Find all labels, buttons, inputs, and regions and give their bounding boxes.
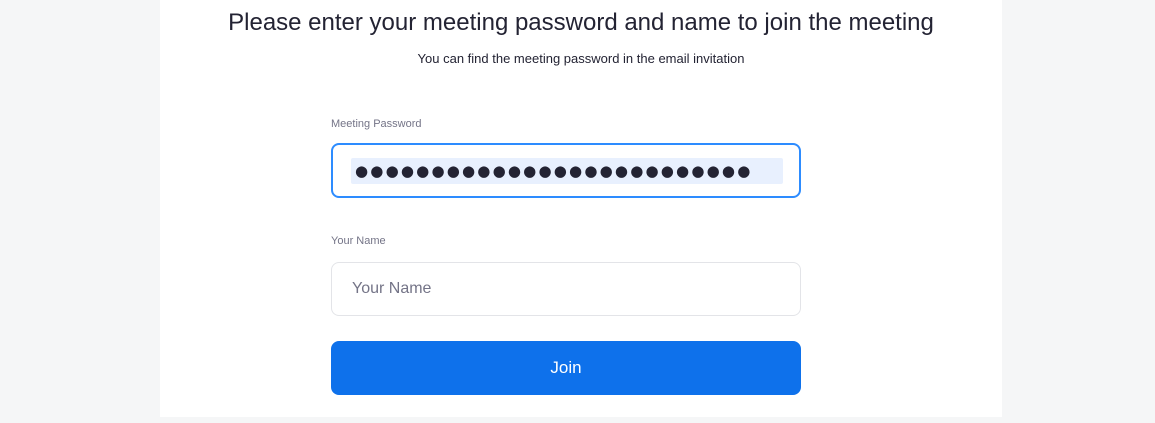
join-meeting-panel: Please enter your meeting password and n… (160, 0, 1002, 417)
password-masked-value: ●●●●●●●●●●●●●●●●●●●●●●●●●● (355, 162, 753, 180)
your-name-input[interactable] (332, 263, 800, 315)
page-subtitle: You can find the meeting password in the… (417, 51, 745, 66)
your-name-field-container (331, 262, 801, 316)
meeting-password-field[interactable]: ●●●●●●●●●●●●●●●●●●●●●●●●●● (331, 143, 801, 198)
page-title: Please enter your meeting password and n… (228, 9, 934, 36)
meeting-password-label: Meeting Password (331, 118, 422, 130)
your-name-label: Your Name (331, 235, 386, 247)
join-button[interactable]: Join (331, 341, 801, 395)
